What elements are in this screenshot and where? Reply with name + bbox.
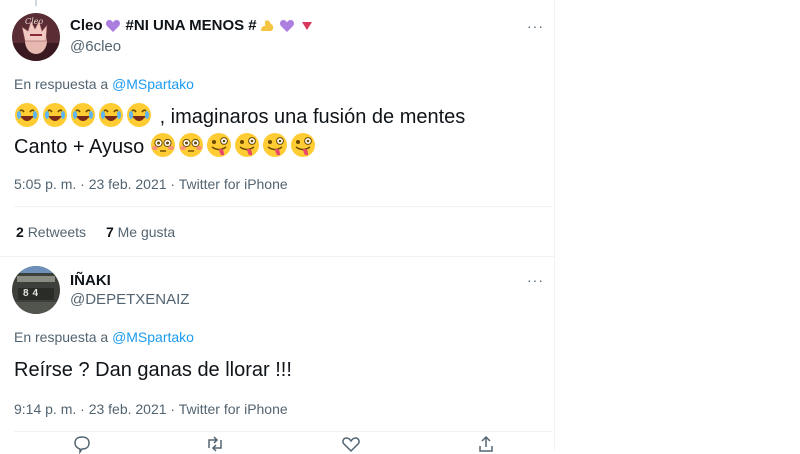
retweet-icon[interactable] bbox=[205, 434, 225, 454]
reply-context: En respuesta a @MSpartako bbox=[14, 329, 194, 345]
purple-heart-icon bbox=[279, 19, 294, 32]
display-name[interactable]: Cleo bbox=[70, 17, 103, 34]
tweet-timestamp[interactable]: 5:05 p. m. · 23 feb. 2021 · Twitter for … bbox=[14, 176, 288, 192]
author-name-row[interactable]: IÑAKI bbox=[70, 272, 111, 289]
more-icon[interactable]: ··· bbox=[527, 272, 544, 288]
reply-icon[interactable] bbox=[72, 434, 92, 454]
retweets-stat[interactable]: 2 Retweets bbox=[16, 224, 86, 240]
laughing-emoji bbox=[99, 103, 123, 127]
tweet-1[interactable]: Cleo Cleo #NI UNA MENOS # @6cleo ··· En … bbox=[0, 0, 554, 257]
laughing-emoji bbox=[127, 103, 151, 127]
laughing-emoji bbox=[71, 103, 95, 127]
tweet-text-1: , imaginaros una fusión de mentes bbox=[159, 106, 466, 128]
more-icon[interactable]: ··· bbox=[527, 18, 544, 34]
laughing-emoji bbox=[43, 103, 67, 127]
reply-prefix: En respuesta a bbox=[14, 76, 109, 92]
avatar-number: 84 bbox=[23, 288, 43, 299]
tweet-stats: 2 Retweets 7 Me gusta bbox=[16, 224, 175, 240]
avatar-inaki[interactable]: 84 bbox=[12, 266, 60, 314]
zany-face-emoji bbox=[234, 133, 259, 157]
reply-mention-link[interactable]: @MSpartako bbox=[112, 76, 194, 92]
tweet-text: , imaginaros una fusión de mentes Canto … bbox=[14, 102, 465, 162]
author-name-row[interactable]: Cleo #NI UNA MENOS # bbox=[70, 17, 317, 34]
share-icon[interactable] bbox=[476, 434, 496, 454]
author-handle[interactable]: @DEPETXENAIZ bbox=[70, 291, 189, 308]
display-name-suffix[interactable]: #NI UNA MENOS # bbox=[126, 17, 257, 34]
display-name[interactable]: IÑAKI bbox=[70, 272, 111, 289]
like-icon[interactable] bbox=[341, 434, 361, 454]
reply-context: En respuesta a @MSpartako bbox=[14, 76, 194, 92]
zany-face-emoji bbox=[206, 133, 231, 157]
reply-prefix: En respuesta a bbox=[14, 329, 109, 345]
divider bbox=[14, 431, 552, 432]
avatar-cleo[interactable]: Cleo bbox=[12, 13, 60, 61]
flushed-emoji bbox=[178, 133, 203, 157]
divider bbox=[14, 206, 552, 207]
zany-face-emoji bbox=[290, 133, 315, 157]
tweet-text-line-1: , imaginaros una fusión de mentes bbox=[14, 102, 465, 132]
avatar-caption: Cleo bbox=[25, 17, 44, 26]
tweet-text-line-2: Canto + Ayuso bbox=[14, 132, 465, 162]
laughing-emoji bbox=[15, 103, 39, 127]
zany-face-emoji bbox=[262, 133, 287, 157]
tweet-text: Reírse ? Dan ganas de llorar !!! bbox=[14, 359, 292, 381]
author-handle[interactable]: @6cleo bbox=[70, 38, 121, 55]
tweet-2[interactable]: 84 IÑAKI @DEPETXENAIZ ··· En respuesta a… bbox=[0, 257, 554, 450]
tweet-timestamp[interactable]: 9:14 p. m. · 23 feb. 2021 · Twitter for … bbox=[14, 401, 288, 417]
timeline-border bbox=[554, 0, 555, 450]
flexed-bicep-icon bbox=[260, 19, 273, 31]
purple-heart-icon bbox=[105, 19, 120, 32]
likes-stat[interactable]: 7 Me gusta bbox=[106, 224, 175, 240]
triangle-icon bbox=[301, 21, 312, 30]
tweet-text-2: Canto + Ayuso bbox=[14, 136, 145, 158]
flushed-emoji bbox=[150, 133, 175, 157]
reply-mention-link[interactable]: @MSpartako bbox=[112, 329, 194, 345]
